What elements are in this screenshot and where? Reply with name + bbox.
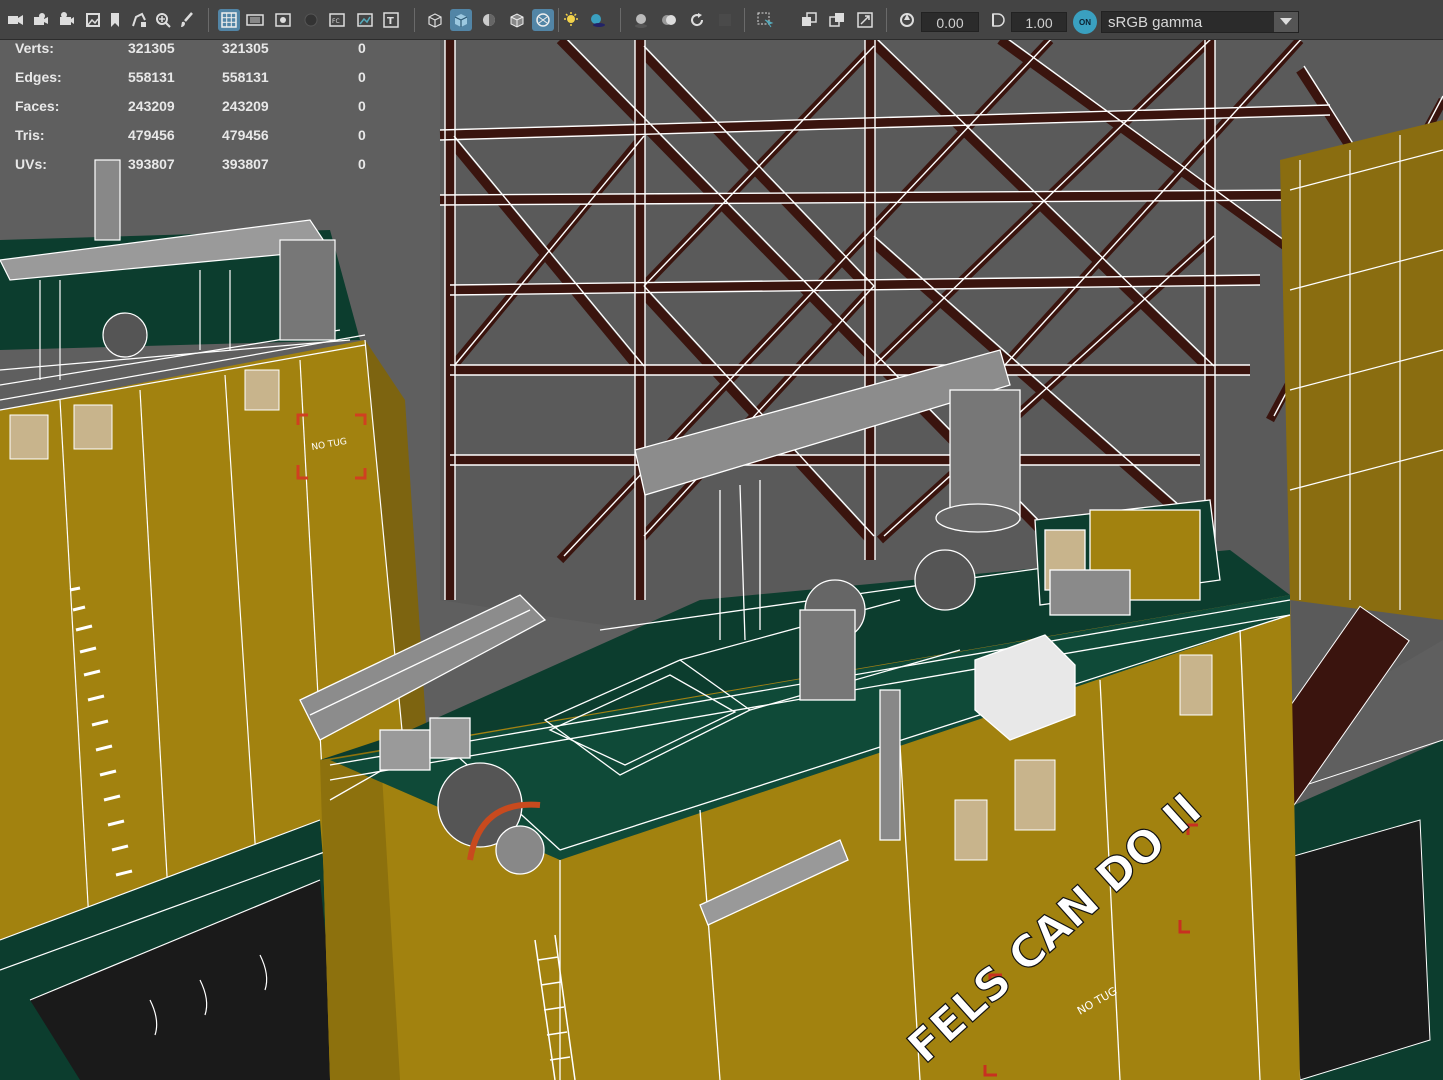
hud-selected: 243209 xyxy=(222,98,269,114)
heads-up-display-poly-count: Verts: 321305 321305 0 Edges: 558131 558… xyxy=(0,40,400,180)
motion-blur-icon[interactable] xyxy=(658,9,680,31)
wireframe-on-shaded-icon[interactable] xyxy=(506,9,528,31)
smooth-shade-all-icon[interactable] xyxy=(450,9,472,31)
use-default-material-icon[interactable] xyxy=(478,9,500,31)
exposure-field[interactable]: 0.00 xyxy=(921,12,979,32)
3d-viewport[interactable]: NO TUG FELS CAN DO II NO TUG xyxy=(0,40,1443,1080)
hud-total: 393807 xyxy=(128,156,175,172)
color-management-toggle[interactable]: ON xyxy=(1073,10,1097,34)
hud-components: 0 xyxy=(358,127,366,143)
grease-pencil-icon[interactable] xyxy=(128,9,150,31)
hud-components: 0 xyxy=(358,98,366,114)
hud-selected: 321305 xyxy=(222,40,269,56)
gate-mask-icon[interactable] xyxy=(300,9,322,31)
camera-select-icon[interactable] xyxy=(4,9,26,31)
color-management-toggle-label: ON xyxy=(1079,17,1091,27)
safe-title-icon[interactable]: T xyxy=(380,9,402,31)
hud-label: Verts: xyxy=(15,40,54,56)
2d-pan-zoom-icon[interactable] xyxy=(152,9,174,31)
viewport-panel-toolbar: FC T 0.00 1.00 ON sRGB gamma xyxy=(0,0,1443,40)
xray-icon[interactable] xyxy=(532,9,554,31)
safe-action-icon[interactable] xyxy=(354,9,376,31)
hud-total: 243209 xyxy=(128,98,175,114)
svg-text:FC: FC xyxy=(332,18,340,25)
chevron-down-icon xyxy=(1274,12,1298,32)
wireframe-icon[interactable] xyxy=(424,9,446,31)
shadows-icon[interactable] xyxy=(586,9,608,31)
depth-of-field-icon[interactable] xyxy=(714,9,736,31)
resolution-gate-icon[interactable] xyxy=(272,9,294,31)
use-all-lights-icon[interactable] xyxy=(560,9,582,31)
hud-selected: 479456 xyxy=(222,127,269,143)
hud-label: Edges: xyxy=(15,69,62,85)
hud-total: 479456 xyxy=(128,127,175,143)
hud-components: 0 xyxy=(358,156,366,172)
bookmark-flag-icon[interactable] xyxy=(104,9,126,31)
svg-text:T: T xyxy=(387,16,394,27)
hud-label: Tris: xyxy=(15,127,45,143)
color-space-value: sRGB gamma xyxy=(1108,14,1203,31)
hud-components: 0 xyxy=(358,69,366,85)
exposure-icon[interactable] xyxy=(896,9,918,31)
film-gate-icon[interactable] xyxy=(244,9,266,31)
hud-selected: 393807 xyxy=(222,156,269,172)
xray-active-components-icon[interactable] xyxy=(798,9,820,31)
isolate-select-icon[interactable] xyxy=(754,9,776,31)
anti-aliasing-icon[interactable] xyxy=(686,9,708,31)
hud-total: 321305 xyxy=(128,40,175,56)
hud-label: Faces: xyxy=(15,98,60,114)
camera-attributes-icon[interactable] xyxy=(30,9,52,31)
color-space-dropdown[interactable]: sRGB gamma xyxy=(1101,11,1299,33)
grid-icon[interactable] xyxy=(218,9,240,31)
xray-joints-icon[interactable] xyxy=(826,9,848,31)
hud-total: 558131 xyxy=(128,69,175,85)
scene-render: NO TUG FELS CAN DO II NO TUG xyxy=(0,40,1443,1080)
hud-selected: 558131 xyxy=(222,69,269,85)
gamma-field[interactable]: 1.00 xyxy=(1011,12,1067,32)
textured-icon[interactable] xyxy=(854,9,876,31)
hud-components: 0 xyxy=(358,40,366,56)
image-plane-icon[interactable] xyxy=(82,9,104,31)
bookmark-icon[interactable] xyxy=(56,9,78,31)
paint-brush-icon[interactable] xyxy=(176,9,198,31)
screen-space-ao-icon[interactable] xyxy=(630,9,652,31)
field-chart-icon[interactable]: FC xyxy=(326,9,348,31)
hud-label: UVs: xyxy=(15,156,47,172)
gamma-icon[interactable] xyxy=(986,9,1008,31)
